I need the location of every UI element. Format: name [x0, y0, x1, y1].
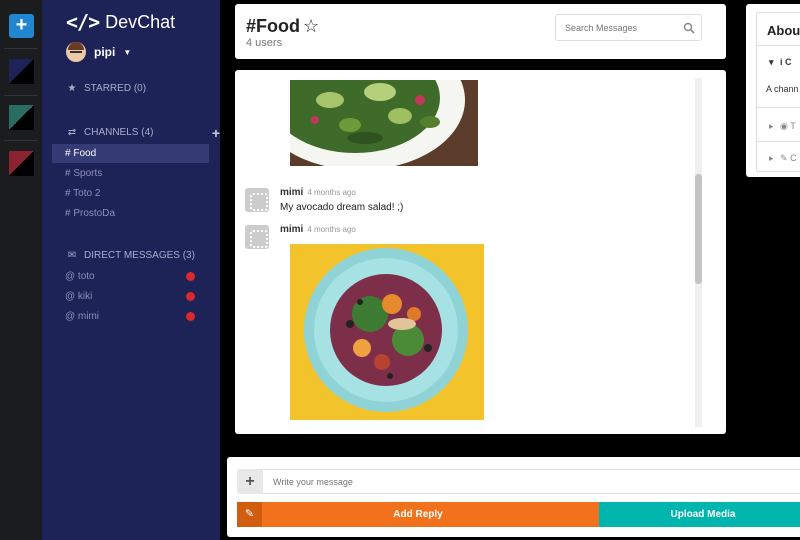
app-brand: </> DevChat — [66, 8, 175, 36]
upload-media-label: Upload Media — [670, 509, 736, 520]
divider — [757, 45, 800, 46]
direct-messages-label: DIRECT MESSAGES (3) — [84, 250, 195, 261]
team-rail: + — [0, 0, 42, 540]
channel-title: #Food — [246, 16, 300, 36]
rail-divider — [4, 95, 38, 96]
channel-description: A chann — [766, 84, 799, 94]
sidebar-item-mimi[interactable]: @ mimi — [52, 307, 209, 326]
scrollbar-thumb[interactable] — [695, 174, 702, 284]
user-circle-icon: ◉ — [780, 121, 788, 131]
star-icon: ★ — [67, 83, 77, 94]
avatar — [66, 42, 86, 62]
about-row-top-posters[interactable]: ▸ ◉ T — [769, 121, 796, 132]
user-count: 4 users — [246, 37, 283, 49]
code-logo-icon: </> — [66, 10, 100, 34]
channels-label: CHANNELS (4) — [84, 127, 154, 138]
star-outline-icon[interactable]: ☆ — [303, 16, 319, 37]
divider — [757, 107, 800, 108]
avatar[interactable] — [245, 188, 269, 212]
about-title: About — [767, 23, 800, 38]
caret-down-icon: ▾ — [769, 57, 774, 67]
sidebar-item-toto[interactable]: @ toto — [52, 267, 209, 286]
sidebar: </> DevChat pipi ▼ ★ STARRED (0) ⇄ CHANN… — [42, 0, 220, 540]
team-swatch-3[interactable] — [9, 151, 34, 176]
caret-right-icon: ▸ — [769, 121, 774, 131]
sidebar-item-kiki[interactable]: @ kiki — [52, 287, 209, 306]
starred-section: ★ STARRED (0) — [66, 83, 196, 94]
messages-scrollbar[interactable] — [695, 78, 702, 427]
about-info-row[interactable]: ▾ i C — [769, 57, 792, 68]
info-row-label: i C — [780, 57, 792, 67]
salad-bowl-image — [290, 80, 478, 166]
about-row-created-by[interactable]: ▸ ✎ C — [769, 153, 797, 164]
message-time: 4 months ago — [307, 188, 356, 197]
row-label: T — [790, 121, 796, 131]
avatar[interactable] — [245, 225, 269, 249]
add-attachment-button[interactable]: + — [237, 469, 263, 494]
team-swatch-2[interactable] — [9, 105, 34, 130]
food-image[interactable] — [290, 244, 484, 420]
pencil-icon: ✎ — [780, 153, 788, 163]
starred-label: STARRED (0) — [84, 83, 147, 94]
sidebar-item-food[interactable]: # Food — [52, 144, 209, 163]
message-author[interactable]: mimi 4 months ago — [280, 187, 356, 198]
message-time: 4 months ago — [307, 225, 356, 234]
add-reply-button[interactable]: ✎ Add Reply — [237, 502, 599, 527]
app-name: DevChat — [105, 11, 176, 32]
message-text: My avocado dream salad! ;) — [280, 202, 404, 213]
about-card: About ▾ i C A chann ▸ ◉ T ▸ ✎ C — [756, 12, 800, 172]
status-dot — [186, 292, 195, 301]
about-panel: About ▾ i C A chann ▸ ◉ T ▸ ✎ C — [746, 4, 800, 177]
sidebar-item-prostoda[interactable]: # ProstoDa — [52, 204, 209, 223]
dm-label: @ kiki — [65, 291, 93, 302]
exchange-icon: ⇄ — [67, 127, 77, 138]
sidebar-item-sports[interactable]: # Sports — [52, 164, 209, 183]
channel-header: #Food ☆ 4 users — [235, 4, 726, 59]
dm-label: @ mimi — [65, 311, 100, 322]
user-menu[interactable]: pipi ▼ — [66, 42, 131, 62]
user-name: pipi — [94, 45, 116, 59]
caret-right-icon: ▸ — [769, 153, 774, 163]
message-input[interactable] — [263, 469, 800, 494]
chevron-down-icon: ▼ — [123, 47, 132, 57]
message-composer: + ✎ Add Reply Upload Media — [227, 457, 800, 537]
sidebar-item-toto-2[interactable]: # Toto 2 — [52, 184, 209, 203]
direct-messages-section: ✉ DIRECT MESSAGES (3) — [66, 250, 196, 261]
edit-icon: ✎ — [237, 502, 262, 527]
status-dot — [186, 312, 195, 321]
mail-icon: ✉ — [67, 250, 77, 261]
food-image[interactable] — [290, 80, 478, 166]
row-label: C — [790, 153, 797, 163]
page-title: #Food ☆ — [246, 16, 319, 37]
messages-panel: mimi 4 months ago My avocado dream salad!… — [235, 70, 726, 434]
rail-divider — [4, 48, 38, 49]
search-icon — [683, 22, 695, 34]
salad-plate-image — [290, 244, 484, 420]
add-reply-label: Add Reply — [393, 509, 443, 520]
dm-label: @ toto — [65, 271, 95, 282]
add-team-button[interactable]: + — [9, 14, 34, 38]
status-dot — [186, 272, 195, 281]
upload-media-button[interactable]: Upload Media — [599, 502, 800, 527]
search-input[interactable] — [555, 14, 702, 41]
divider — [757, 141, 800, 142]
add-channel-button[interactable]: + — [212, 125, 220, 141]
rail-divider — [4, 140, 38, 141]
team-swatch-1[interactable] — [9, 59, 34, 84]
message-author[interactable]: mimi 4 months ago — [280, 224, 356, 235]
channels-section: ⇄ CHANNELS (4) + — [66, 125, 220, 141]
